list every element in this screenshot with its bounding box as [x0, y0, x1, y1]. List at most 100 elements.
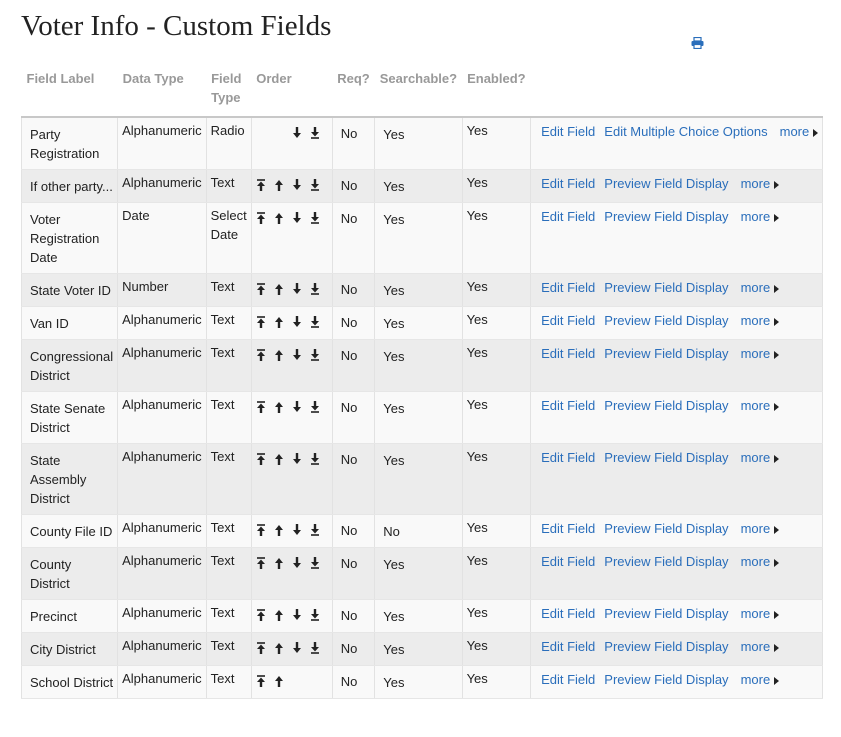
move-to-top-button[interactable]	[256, 608, 274, 623]
actions-cell: Edit Field Preview Field Display more	[530, 202, 824, 274]
move-up-button[interactable]	[274, 675, 292, 689]
move-up-button[interactable]	[274, 179, 292, 193]
move-up-button[interactable]	[274, 349, 292, 363]
preview-field-display-link[interactable]: Preview Field Display	[604, 521, 728, 536]
move-to-top-button[interactable]	[256, 211, 274, 226]
data-type-cell: Alphanumeric	[117, 665, 207, 699]
move-down-button[interactable]	[292, 211, 310, 226]
move-to-bottom-button[interactable]	[310, 400, 328, 415]
edit-field-link[interactable]: Edit Field	[541, 176, 595, 191]
move-to-top-button[interactable]	[256, 400, 274, 415]
preview-field-display-link[interactable]: Preview Field Display	[604, 450, 728, 465]
field-label-cell: State Voter ID	[20, 273, 118, 307]
move-to-top-button[interactable]	[256, 282, 274, 297]
more-menu-button[interactable]: more	[741, 398, 780, 413]
preview-field-display-link[interactable]: Preview Field Display	[604, 672, 728, 687]
required-cell: No	[331, 443, 375, 515]
preview-field-display-link[interactable]: Preview Field Display	[604, 176, 728, 191]
more-menu-button[interactable]: more	[741, 176, 780, 191]
move-up-button[interactable]	[274, 212, 292, 226]
more-menu-button[interactable]: more	[780, 124, 819, 139]
preview-field-display-link[interactable]: Preview Field Display	[604, 346, 728, 361]
move-down-button[interactable]	[292, 400, 310, 415]
order-spacer	[292, 675, 310, 689]
searchable-cell: Yes	[374, 665, 463, 699]
move-up-button[interactable]	[274, 609, 292, 623]
move-to-bottom-button[interactable]	[310, 641, 328, 656]
more-menu-button[interactable]: more	[741, 521, 780, 536]
edit-field-link[interactable]: Edit Field	[541, 450, 595, 465]
more-menu-button[interactable]: more	[741, 209, 780, 224]
move-to-top-button[interactable]	[256, 523, 274, 538]
move-to-bottom-button[interactable]	[310, 523, 328, 538]
move-to-bottom-button[interactable]	[310, 608, 328, 623]
move-up-button[interactable]	[274, 283, 292, 297]
move-to-bottom-button[interactable]	[310, 556, 328, 571]
move-to-top-button[interactable]	[256, 348, 274, 363]
edit-field-link[interactable]: Edit Field	[541, 521, 595, 536]
edit-field-link[interactable]: Edit Field	[541, 639, 595, 654]
move-down-button[interactable]	[292, 608, 310, 623]
edit-field-link[interactable]: Edit Field	[541, 672, 595, 687]
preview-field-display-link[interactable]: Preview Field Display	[604, 606, 728, 621]
more-menu-button[interactable]: more	[741, 313, 780, 328]
arrow-to-top-icon	[256, 400, 274, 413]
move-to-bottom-button[interactable]	[310, 348, 328, 363]
move-up-button[interactable]	[274, 401, 292, 415]
edit-field-link[interactable]: Edit Field	[541, 209, 595, 224]
move-to-bottom-button[interactable]	[310, 452, 328, 467]
move-to-bottom-button[interactable]	[310, 211, 328, 226]
edit-field-link[interactable]: Edit Field	[541, 280, 595, 295]
more-menu-button[interactable]: more	[741, 672, 780, 687]
more-menu-button[interactable]: more	[741, 606, 780, 621]
move-down-button[interactable]	[292, 523, 310, 538]
move-down-button[interactable]	[292, 348, 310, 363]
move-to-bottom-button[interactable]	[310, 178, 328, 193]
move-down-button[interactable]	[292, 126, 310, 141]
move-to-top-button[interactable]	[256, 315, 274, 330]
move-up-button[interactable]	[274, 524, 292, 538]
more-menu-button[interactable]: more	[741, 554, 780, 569]
field-type-cell: Text	[205, 599, 252, 633]
move-to-top-button[interactable]	[256, 556, 274, 571]
move-up-button[interactable]	[274, 642, 292, 656]
preview-field-display-link[interactable]: Preview Field Display	[604, 554, 728, 569]
move-up-button[interactable]	[274, 453, 292, 467]
actions-cell: Edit Field Preview Field Display more	[530, 514, 824, 548]
edit-field-link[interactable]: Edit Field	[541, 606, 595, 621]
more-menu-button[interactable]: more	[741, 280, 780, 295]
edit-field-link[interactable]: Edit Field	[541, 124, 595, 139]
more-menu-button[interactable]: more	[741, 639, 780, 654]
move-down-button[interactable]	[292, 556, 310, 571]
move-to-top-button[interactable]	[256, 178, 274, 193]
edit-field-link[interactable]: Edit Field	[541, 346, 595, 361]
move-to-top-button[interactable]	[256, 641, 274, 656]
edit-field-link[interactable]: Edit Field	[541, 554, 595, 569]
move-down-button[interactable]	[292, 178, 310, 193]
move-to-bottom-button[interactable]	[310, 126, 328, 141]
move-down-button[interactable]	[292, 452, 310, 467]
move-to-top-button[interactable]	[256, 452, 274, 467]
preview-field-display-link[interactable]: Preview Field Display	[604, 313, 728, 328]
move-up-button[interactable]	[274, 557, 292, 571]
preview-field-display-link[interactable]: Preview Field Display	[604, 209, 728, 224]
print-icon[interactable]	[691, 37, 704, 49]
move-to-bottom-button[interactable]	[310, 315, 328, 330]
move-up-button[interactable]	[274, 316, 292, 330]
table-row: State Assembly District Alphanumeric Text N…	[20, 443, 824, 515]
edit-field-link[interactable]: Edit Field	[541, 313, 595, 328]
preview-field-display-link[interactable]: Preview Field Display	[604, 639, 728, 654]
move-to-bottom-button[interactable]	[310, 282, 328, 297]
more-menu-button[interactable]: more	[741, 450, 780, 465]
move-to-top-button[interactable]	[256, 674, 274, 689]
move-down-button[interactable]	[292, 282, 310, 297]
preview-field-display-link[interactable]: Preview Field Display	[604, 398, 728, 413]
move-down-button[interactable]	[292, 641, 310, 656]
move-down-button[interactable]	[292, 315, 310, 330]
preview-field-display-link[interactable]: Preview Field Display	[604, 280, 728, 295]
arrow-to-bottom-icon	[310, 178, 328, 191]
edit-multiple-choice-options-link[interactable]: Edit Multiple Choice Options	[604, 124, 767, 139]
actions-cell: Edit Field Preview Field Display more	[530, 306, 824, 340]
more-menu-button[interactable]: more	[741, 346, 780, 361]
edit-field-link[interactable]: Edit Field	[541, 398, 595, 413]
